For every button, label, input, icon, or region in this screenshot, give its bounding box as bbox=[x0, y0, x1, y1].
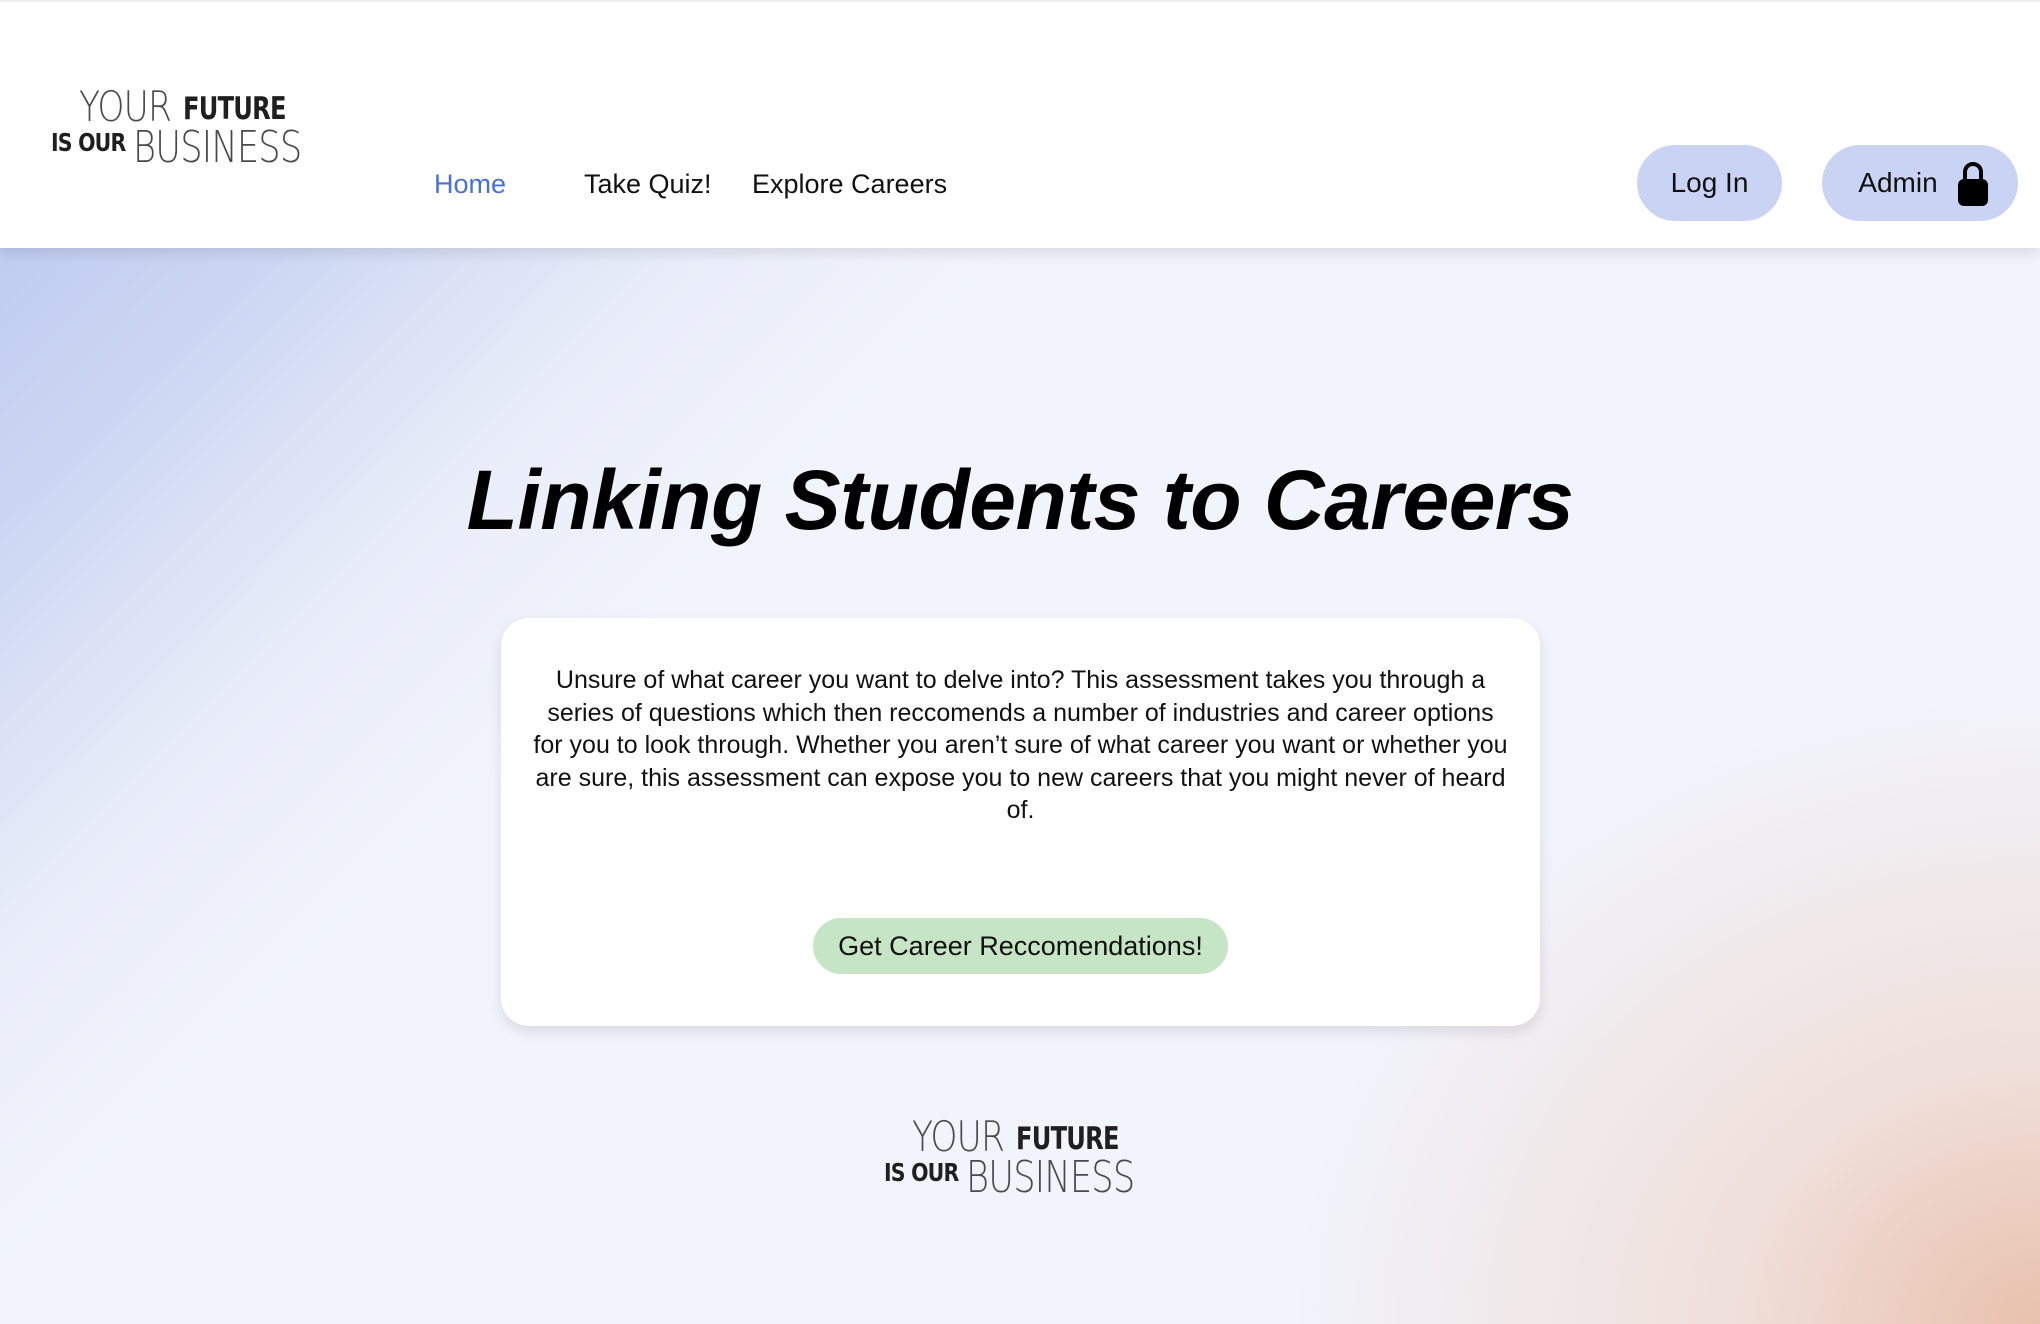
logo-word-future: FUTURE bbox=[1016, 1121, 1120, 1157]
logo-word-business: BUSINESS bbox=[966, 1152, 1135, 1203]
get-career-recommendations-button[interactable]: Get Career Reccomendations! bbox=[813, 918, 1228, 974]
login-button[interactable]: Log In bbox=[1637, 145, 1782, 221]
site-header: YOUR FUTURE IS OUR BUSINESS Home Take Qu… bbox=[0, 0, 2040, 248]
nav-take-quiz-link[interactable]: Take Quiz! bbox=[584, 166, 712, 202]
admin-button-label: Admin bbox=[1858, 167, 1938, 198]
logo-word-is-our: IS OUR bbox=[884, 1158, 959, 1187]
assessment-card: Unsure of what career you want to delve … bbox=[501, 618, 1540, 1026]
assessment-description: Unsure of what career you want to delve … bbox=[533, 666, 1508, 824]
logo-word-is-our: IS OUR bbox=[51, 128, 126, 157]
logo-word-business: BUSINESS bbox=[133, 122, 302, 173]
cta-label: Get Career Reccomendations! bbox=[838, 930, 1203, 961]
lock-icon bbox=[1957, 160, 1988, 206]
hero-title: Linking Students to Careers bbox=[466, 453, 1574, 547]
admin-button[interactable]: Admin bbox=[1822, 145, 2018, 221]
brand-logo[interactable]: YOUR FUTURE IS OUR BUSINESS bbox=[51, 86, 321, 176]
nav-explore-careers-link[interactable]: Explore Careers bbox=[752, 166, 947, 202]
footer-logo: YOUR FUTURE IS OUR BUSINESS bbox=[884, 1116, 1154, 1206]
logo-word-future: FUTURE bbox=[183, 91, 287, 127]
login-button-label: Log In bbox=[1670, 167, 1749, 198]
nav-home-link[interactable]: Home bbox=[434, 166, 506, 202]
